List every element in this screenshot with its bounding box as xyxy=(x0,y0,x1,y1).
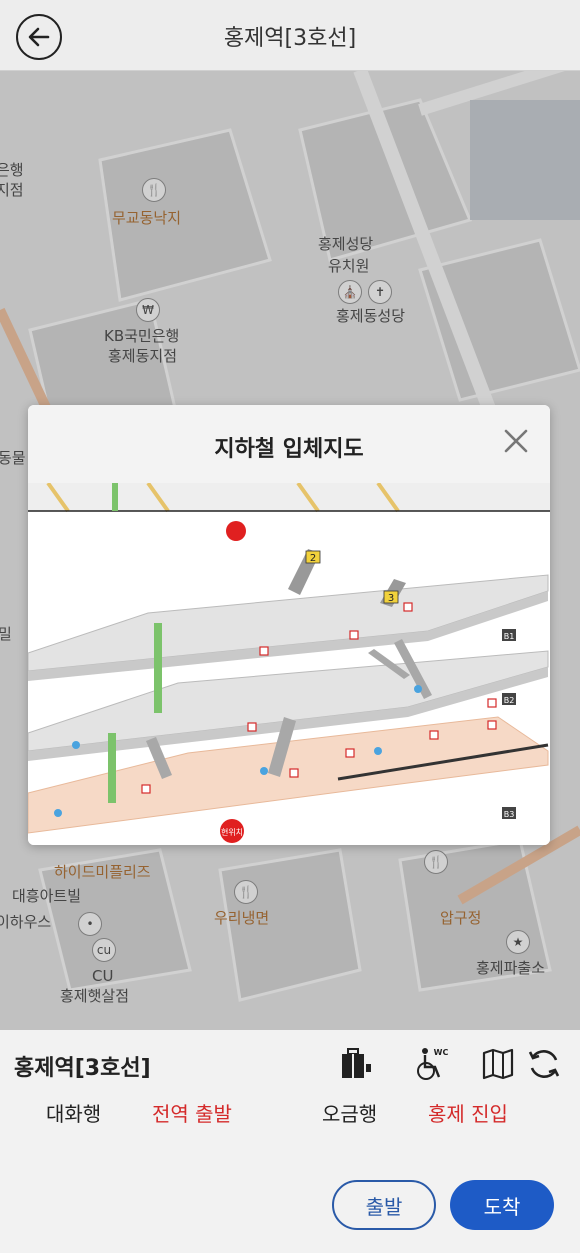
map-label-bank-branch: 지점 xyxy=(0,181,24,199)
map-label-animal: 동물 xyxy=(0,449,26,467)
police-icon: ★ xyxy=(506,930,530,954)
map-button[interactable] xyxy=(478,1044,518,1084)
station-info-panel: 홍제역[3호선] WC 대화행 전역 출발 오금행 홍제 진입 출발 도착 xyxy=(0,1030,580,1253)
accessible-restroom-button[interactable]: WC xyxy=(412,1044,452,1084)
convenience-store-icon: cu xyxy=(92,938,116,962)
station-name: 홍제역[3호선] xyxy=(14,1056,151,1081)
map-label-cu-2: 홍제햇살점 xyxy=(60,987,130,1005)
map-label-daeheung: 대흥아트빌 xyxy=(12,887,82,905)
map-label-bank: 은행 xyxy=(0,161,24,179)
station-diagram-svg: 2 3 현위치 B1 B2 B3 xyxy=(28,481,550,843)
poi-dot-icon: • xyxy=(78,912,102,936)
wheelchair-wc-icon: WC xyxy=(417,1048,449,1080)
floor-label-b2: B2 xyxy=(504,696,515,705)
app-header: 홍제역[3호선] xyxy=(0,0,580,71)
refresh-icon xyxy=(528,1050,560,1078)
direction-daehwa-label: 대화행 xyxy=(46,1102,102,1126)
bank-icon: ₩ xyxy=(136,298,160,322)
dialog-header: 지하철 입체지도 xyxy=(28,405,550,483)
map-label-police: 홍제파출소 xyxy=(476,959,546,977)
current-location-label: 현위치 xyxy=(221,828,243,837)
map-label-apgujeong: 압구정 xyxy=(440,909,482,927)
map-label-kb-2: 홍제동지점 xyxy=(108,347,178,365)
locker-icon xyxy=(342,1048,371,1078)
svg-text:WC: WC xyxy=(434,1048,449,1057)
restaurant-icon: 🍴 xyxy=(234,880,258,904)
exit-number-2: 2 xyxy=(310,553,316,564)
map-label-hyde: 하이드미플리즈 xyxy=(54,863,151,881)
close-icon xyxy=(504,429,528,453)
direction-ogeum-status: 홍제 진입 xyxy=(428,1102,508,1126)
close-button[interactable] xyxy=(500,425,532,457)
map-label-church-2: 유치원 xyxy=(328,257,370,275)
map-label-urinaengmyeon: 우리냉면 xyxy=(214,909,270,927)
church-icon: ✝ xyxy=(368,280,392,304)
map-label-cathedral: 홍제동성당 xyxy=(336,307,406,325)
refresh-button[interactable] xyxy=(524,1044,564,1084)
map-label-cu-1: CU xyxy=(92,967,114,985)
subway-3d-map-dialog: 지하철 입체지도 2 3 현위치 B1 B2 B3 xyxy=(28,405,550,845)
floor-label-b3: B3 xyxy=(504,810,515,819)
floor-label-b1: B1 xyxy=(504,632,515,641)
set-departure-button[interactable]: 출발 xyxy=(332,1180,436,1230)
map-icon xyxy=(482,1048,514,1080)
map-label-mil: 밀 xyxy=(0,625,12,643)
map-label-kb-1: KB국민은행 xyxy=(104,327,180,345)
map-label-ihouse: 이하우스 xyxy=(0,913,52,931)
restaurant-icon: 🍴 xyxy=(424,850,448,874)
map-label-church-1: 홍제성당 xyxy=(318,235,374,253)
direction-daehwa-status: 전역 출발 xyxy=(152,1102,232,1126)
exit-number-3: 3 xyxy=(388,593,394,604)
set-arrival-button[interactable]: 도착 xyxy=(450,1180,554,1230)
direction-ogeum-label: 오금행 xyxy=(322,1102,378,1126)
station-3d-diagram[interactable]: 2 3 현위치 B1 B2 B3 xyxy=(28,481,550,845)
restaurant-icon: 🍴 xyxy=(142,178,166,202)
kindergarten-icon: ⛪ xyxy=(338,280,362,304)
locker-button[interactable] xyxy=(336,1044,376,1084)
page-title: 홍제역[3호선] xyxy=(223,26,357,51)
dialog-title: 지하철 입체지도 xyxy=(214,437,364,462)
map-label-mugyo: 무교동낙지 xyxy=(112,209,182,227)
